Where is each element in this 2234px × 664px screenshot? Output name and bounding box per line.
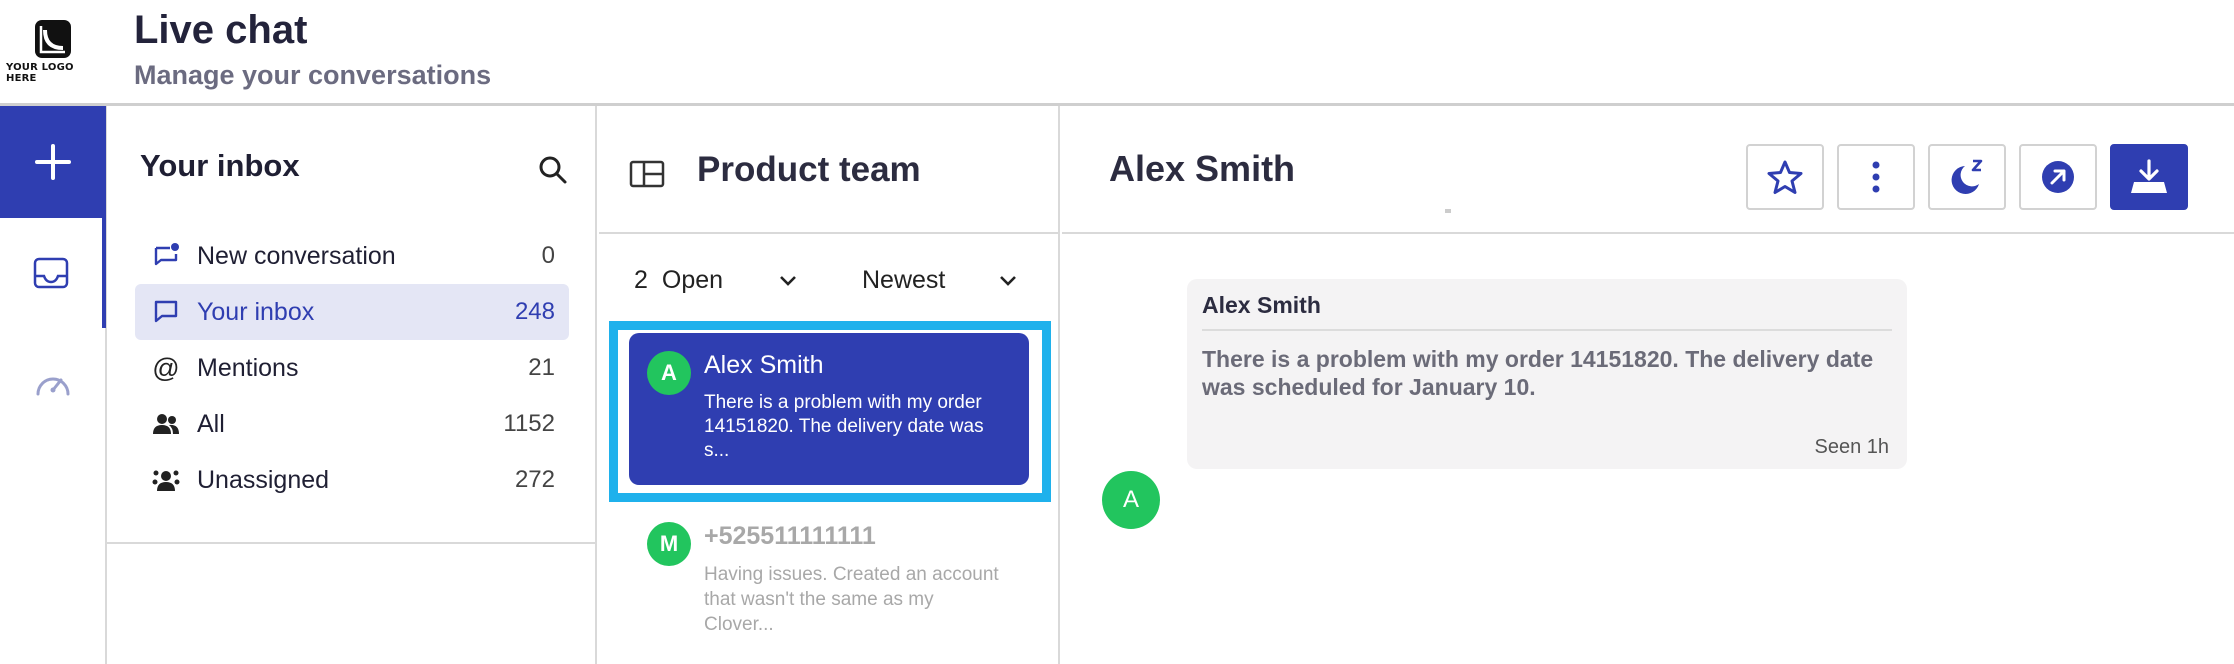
avatar: A bbox=[647, 351, 691, 395]
team-title: Product team bbox=[697, 150, 921, 189]
status-filter-label: Open bbox=[661, 266, 724, 294]
message-author: Alex Smith bbox=[1202, 292, 1321, 318]
inbox-item-count: 21 bbox=[528, 354, 555, 381]
inbox-item-label: Your inbox bbox=[197, 297, 315, 326]
inbox-item-label: All bbox=[197, 409, 225, 438]
inbox-item-label: Unassigned bbox=[197, 465, 330, 494]
conversation-item-selected[interactable]: A Alex Smith There is a problem with my … bbox=[629, 333, 1029, 485]
message-bubble: Alex Smith There is a problem with my or… bbox=[1187, 279, 1907, 469]
conversation-list-panel: Product team 2 Open Newest A Alex Smith … bbox=[599, 106, 1060, 664]
chevron-down-icon bbox=[780, 275, 796, 286]
resolve-download-icon bbox=[2131, 159, 2167, 193]
inbox-item-label: New conversation bbox=[197, 241, 396, 270]
search-icon[interactable] bbox=[537, 154, 569, 186]
inbox-tray-icon bbox=[33, 257, 69, 289]
plus-icon bbox=[35, 144, 71, 180]
conversation-name: Alex Smith bbox=[704, 351, 824, 379]
people-icon bbox=[151, 409, 181, 439]
left-rail bbox=[0, 106, 107, 664]
chat-icon bbox=[151, 297, 181, 327]
avatar: A bbox=[1102, 471, 1160, 529]
inbox-item-count: 1152 bbox=[503, 410, 555, 437]
inbox-item-count: 0 bbox=[541, 242, 555, 269]
new-conversation-button[interactable] bbox=[0, 106, 106, 218]
avatar: M bbox=[647, 522, 691, 566]
conversation-item[interactable]: M +525511111111 Having issues. Created a… bbox=[629, 502, 1029, 642]
contact-name: Alex Smith bbox=[1109, 148, 1296, 189]
chat-actions bbox=[1746, 144, 2188, 210]
transfer-button[interactable] bbox=[2019, 144, 2097, 210]
logo-text: YOUR LOGO HERE bbox=[6, 62, 74, 84]
at-icon: @ bbox=[152, 352, 180, 383]
snooze-button[interactable] bbox=[1928, 144, 2006, 210]
unassigned-icon bbox=[151, 465, 181, 495]
sort-label: Newest bbox=[862, 266, 946, 294]
star-button[interactable] bbox=[1746, 144, 1824, 210]
conversation-list-header: Product team bbox=[599, 106, 1060, 234]
divider bbox=[1202, 329, 1892, 331]
page-title: Live chat bbox=[134, 8, 308, 52]
inbox-item-unassigned[interactable]: Unassigned 272 bbox=[135, 452, 569, 508]
inbox-item-label: Mentions bbox=[197, 353, 299, 382]
layout-toggle-icon[interactable] bbox=[629, 160, 665, 188]
inbox-title: Your inbox bbox=[140, 148, 300, 183]
inbox-item-count: 248 bbox=[514, 298, 555, 325]
conversation-preview: There is a problem with my order 1415182… bbox=[704, 392, 984, 461]
status-filter-dropdown[interactable]: 2 Open bbox=[634, 266, 797, 295]
logo[interactable]: YOUR LOGO HERE bbox=[6, 18, 96, 84]
conversation-preview: Having issues. Created an account that w… bbox=[704, 564, 999, 635]
drag-handle bbox=[1445, 209, 1451, 213]
rail-item-inbox[interactable] bbox=[0, 218, 106, 328]
chat-panel: Alex Smith Alex Smith There is a problem… bbox=[1062, 106, 2234, 664]
inbox-item-count: 272 bbox=[514, 466, 555, 493]
divider bbox=[107, 542, 597, 544]
inbox-item-mentions[interactable]: @ Mentions 21 bbox=[135, 340, 569, 396]
inbox-list: New conversation 0 Your inbox 248 @ Ment… bbox=[135, 228, 569, 508]
logo-mark-icon bbox=[35, 20, 71, 58]
snooze-icon bbox=[1951, 159, 1983, 194]
inbox-item-all[interactable]: All 1152 bbox=[135, 396, 569, 452]
inbox-item-new-conversation[interactable]: New conversation 0 bbox=[135, 228, 569, 284]
chat-header: Alex Smith bbox=[1062, 106, 2234, 234]
inbox-panel: Your inbox New conversation 0 Your inbox… bbox=[107, 106, 597, 664]
message-status: Seen 1h bbox=[1814, 436, 1889, 458]
more-options-button[interactable] bbox=[1837, 144, 1915, 210]
transfer-icon bbox=[2042, 161, 2074, 193]
conversation-name: +525511111111 bbox=[704, 522, 876, 550]
page-subtitle: Manage your conversations bbox=[134, 60, 492, 90]
more-vertical-icon bbox=[1872, 161, 1880, 193]
app-header: YOUR LOGO HERE Live chat Manage your con… bbox=[0, 0, 2234, 106]
star-icon bbox=[1767, 160, 1803, 194]
sort-dropdown[interactable]: Newest bbox=[862, 266, 1017, 295]
rail-item-dashboard[interactable] bbox=[0, 328, 106, 438]
speedometer-icon bbox=[36, 377, 70, 396]
chevron-down-icon bbox=[1000, 275, 1017, 286]
message-text: There is a problem with my order 1415182… bbox=[1202, 346, 1874, 400]
resolve-button[interactable] bbox=[2110, 144, 2188, 210]
inbox-item-your-inbox[interactable]: Your inbox 248 bbox=[135, 284, 569, 340]
new-chat-icon bbox=[151, 241, 181, 271]
open-count: 2 bbox=[634, 266, 648, 294]
